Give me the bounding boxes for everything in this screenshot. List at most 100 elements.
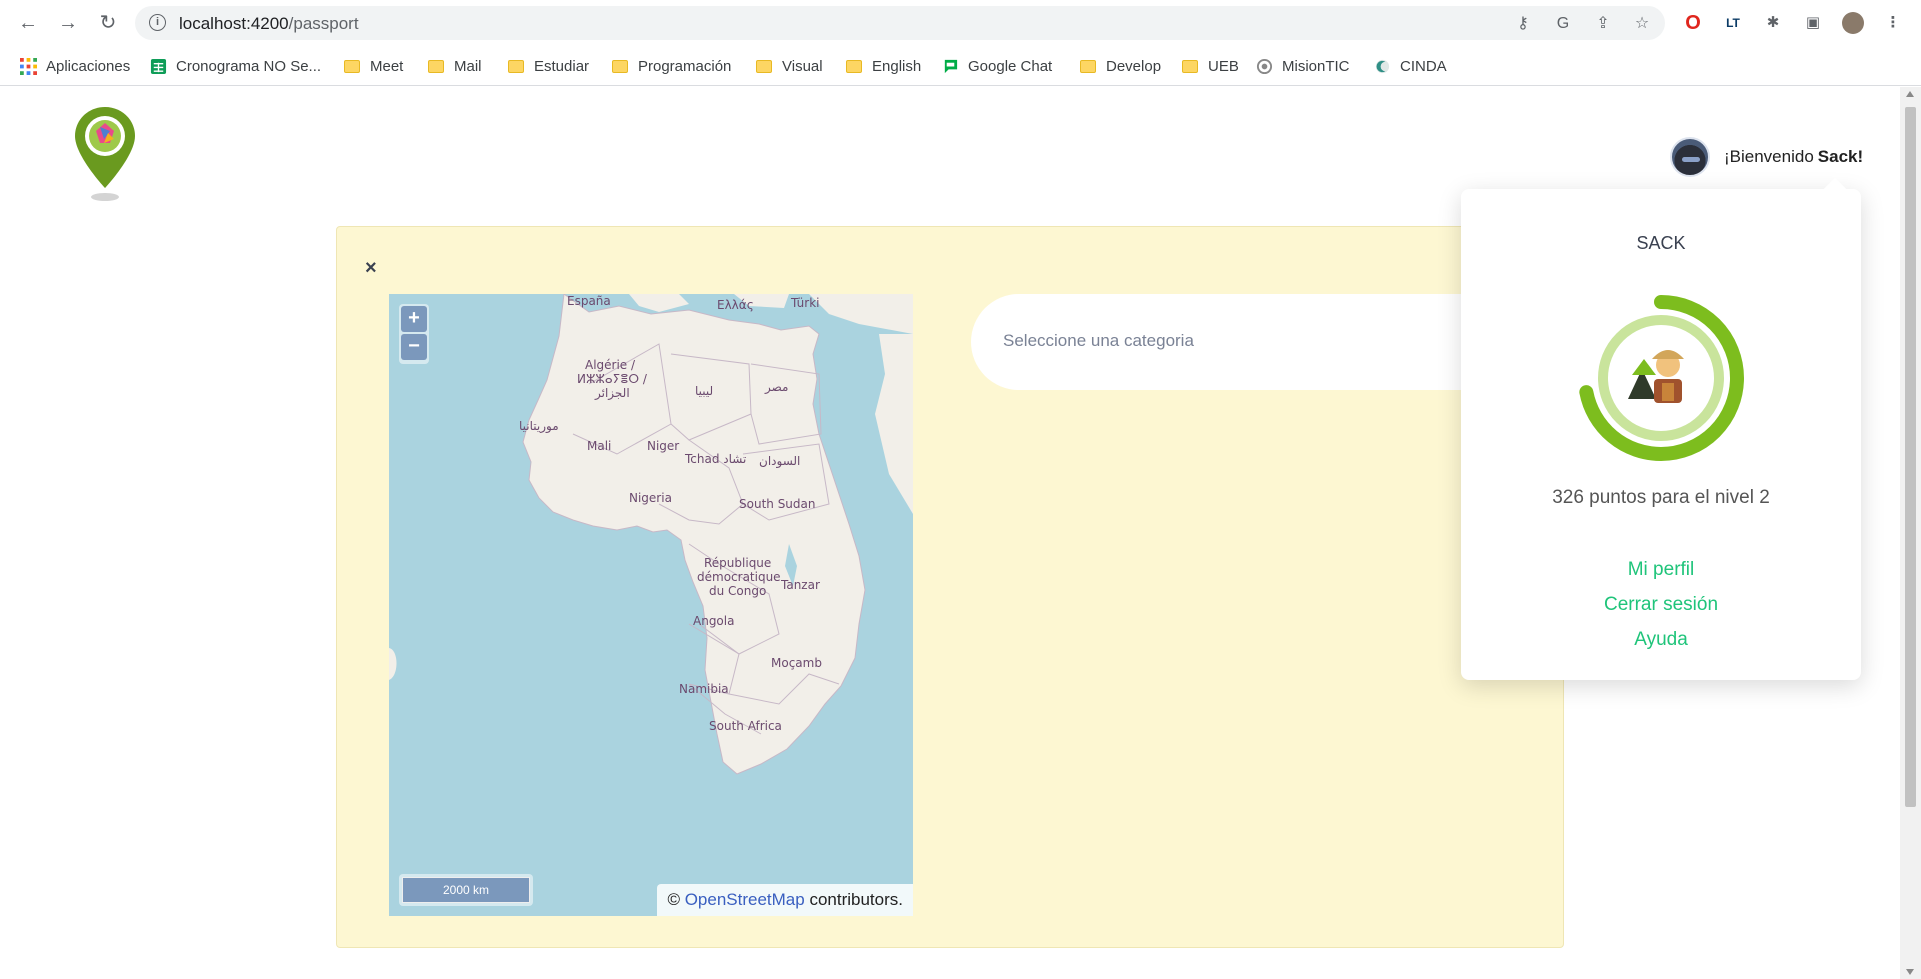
- bookmark-label: Mail: [454, 57, 482, 75]
- bookmark-label: CINDA: [1400, 57, 1447, 75]
- map-place-label: España: [567, 294, 611, 308]
- bookmark-label: Programación: [638, 57, 732, 75]
- back-arrow-icon[interactable]: ←: [16, 11, 40, 35]
- map-place-label: الجزائر: [595, 386, 630, 400]
- map-place-label: Nigeria: [629, 491, 672, 505]
- map-place-label: ليبيا: [695, 384, 714, 398]
- map-place-label: Namibia: [679, 682, 729, 696]
- address-url[interactable]: localhost:4200/passport: [179, 14, 359, 34]
- bookmark-visual[interactable]: Visual: [756, 55, 823, 77]
- bookmark-label: MisionTIC: [1282, 57, 1350, 75]
- welcome-prefix: ¡Bienvenido: [1724, 147, 1814, 166]
- avatar[interactable]: [1670, 137, 1710, 177]
- bookmark-mail[interactable]: Mail: [428, 55, 482, 77]
- bookmark-cronograma[interactable]: Cronograma NO Se...: [150, 55, 321, 77]
- bookmark-programacion[interactable]: Programación: [612, 55, 731, 77]
- map-land-shapes: [389, 294, 913, 775]
- folder-icon: [846, 59, 862, 73]
- bookmark-label: Meet: [370, 57, 404, 75]
- folder-icon: [428, 59, 444, 73]
- passport-modal: × España Ελλάς Türki Algérie / ⵍⵣⵣⴰⵢⴻⵔ / ال: [336, 226, 1564, 948]
- map-place-label: Ελλάς: [717, 298, 754, 312]
- attribution-suffix: contributors.: [809, 890, 903, 909]
- share-icon[interactable]: ⇪: [1593, 14, 1613, 34]
- profile-name: SACK: [1636, 233, 1686, 253]
- map-place-label: Mali: [587, 439, 612, 453]
- zoom-out-button[interactable]: −: [401, 334, 427, 360]
- map-place-label: Türki: [791, 296, 820, 310]
- reload-icon[interactable]: ↻: [96, 11, 120, 35]
- map-place-label: République: [704, 556, 772, 570]
- bookmark-develop[interactable]: Develop: [1080, 55, 1161, 77]
- scroll-up-arrow-icon[interactable]: [1906, 91, 1914, 97]
- bookmark-label: English: [872, 57, 922, 75]
- chat-icon: [943, 59, 958, 73]
- bookmark-label: UEB: [1208, 57, 1239, 75]
- map-place-label: Tchad تشاد: [685, 452, 747, 466]
- scroll-down-arrow-icon[interactable]: [1906, 969, 1914, 975]
- logout-link[interactable]: Cerrar sesión: [1461, 594, 1861, 616]
- bookmark-ueb[interactable]: UEB: [1182, 55, 1239, 77]
- translate-icon[interactable]: G: [1553, 14, 1573, 34]
- zoom-in-button[interactable]: +: [401, 306, 427, 332]
- forward-arrow-icon[interactable]: →: [56, 11, 80, 35]
- site-info-icon[interactable]: i: [149, 14, 166, 31]
- profile-dropdown: SACK 326 puntos para el nivel 2 Mi perfi…: [1461, 189, 1861, 680]
- misiontic-icon: [1256, 58, 1273, 74]
- bookmark-aplicaciones[interactable]: Aplicaciones: [20, 55, 130, 77]
- bookmark-english[interactable]: English: [846, 55, 921, 77]
- map-place-label: ⵍⵣⵣⴰⵢⴻⵔ /: [577, 372, 647, 386]
- bookmark-meet[interactable]: Meet: [344, 55, 403, 77]
- points-to-level: 326 puntos para el nivel 2: [1552, 487, 1770, 508]
- map-place-label: موريتانيا: [519, 419, 559, 433]
- folder-icon: [1080, 59, 1096, 73]
- map-place-label: Angola: [693, 614, 735, 628]
- map-place-label: démocratique: [697, 570, 781, 584]
- sheets-icon: [150, 58, 167, 74]
- map-place-label: مصر: [765, 380, 789, 394]
- level-progress-ring: [1578, 295, 1744, 461]
- welcome-area[interactable]: ¡Bienvenido Sack!: [1670, 135, 1863, 179]
- folder-icon: [612, 59, 628, 73]
- page-scrollbar[interactable]: [1900, 87, 1921, 979]
- scale-label: 2000 km: [402, 877, 530, 903]
- opera-extension-icon[interactable]: O: [1682, 12, 1704, 34]
- profile-avatar-icon[interactable]: [1842, 12, 1864, 34]
- openstreetmap-link[interactable]: OpenStreetMap: [685, 890, 805, 909]
- lt-extension-icon[interactable]: LT: [1722, 12, 1744, 34]
- category-placeholder: Seleccione una categoria: [1003, 331, 1194, 350]
- bookmark-label: Develop: [1106, 57, 1162, 75]
- bookmark-star-icon[interactable]: ☆: [1632, 14, 1652, 34]
- close-icon[interactable]: ×: [365, 257, 377, 280]
- side-panel-icon[interactable]: ▣: [1802, 12, 1824, 34]
- bookmark-estudiar[interactable]: Estudiar: [508, 55, 589, 77]
- app-logo[interactable]: [72, 105, 138, 205]
- zoom-control: + −: [399, 304, 429, 364]
- puzzle-extensions-icon[interactable]: ✱: [1762, 12, 1784, 34]
- folder-icon: [756, 59, 772, 73]
- folder-icon: [344, 59, 360, 73]
- key-icon[interactable]: ⚷: [1513, 14, 1533, 34]
- bookmark-misiontic[interactable]: MisionTIC: [1256, 55, 1350, 77]
- bookmark-google-chat[interactable]: Google Chat: [942, 55, 1052, 77]
- map-place-label: Moçamb: [771, 656, 822, 670]
- bookmark-label: Cronograma NO Se...: [176, 57, 322, 75]
- my-profile-link[interactable]: Mi perfil: [1461, 559, 1861, 581]
- cinda-icon: [1375, 59, 1390, 73]
- bookmark-label: Aplicaciones: [46, 57, 131, 75]
- address-bar[interactable]: i localhost:4200/passport ⚷ G ⇪ ☆: [135, 6, 1665, 40]
- map-view[interactable]: España Ελλάς Türki Algérie / ⵍⵣⵣⴰⵢⴻⵔ / الجزائ…: [389, 294, 913, 916]
- bookmark-label: Visual: [782, 57, 823, 75]
- folder-icon: [1182, 59, 1198, 73]
- map-place-label: Algérie /: [585, 358, 636, 372]
- attribution-copyright: ©: [667, 890, 680, 909]
- category-select[interactable]: Seleccione una categoria: [971, 294, 1531, 390]
- scrollbar-thumb[interactable]: [1905, 107, 1916, 807]
- bookmark-cinda[interactable]: CINDA: [1374, 55, 1447, 77]
- help-link[interactable]: Ayuda: [1461, 629, 1861, 651]
- map-place-label: السودان: [759, 454, 801, 468]
- folder-icon: [508, 59, 524, 73]
- kebab-menu-icon[interactable]: ⋮: [1882, 12, 1904, 34]
- browser-toolbar: ← → ↻ i localhost:4200/passport ⚷ G ⇪ ☆ …: [0, 0, 1921, 46]
- bookmark-label: Google Chat: [968, 57, 1053, 75]
